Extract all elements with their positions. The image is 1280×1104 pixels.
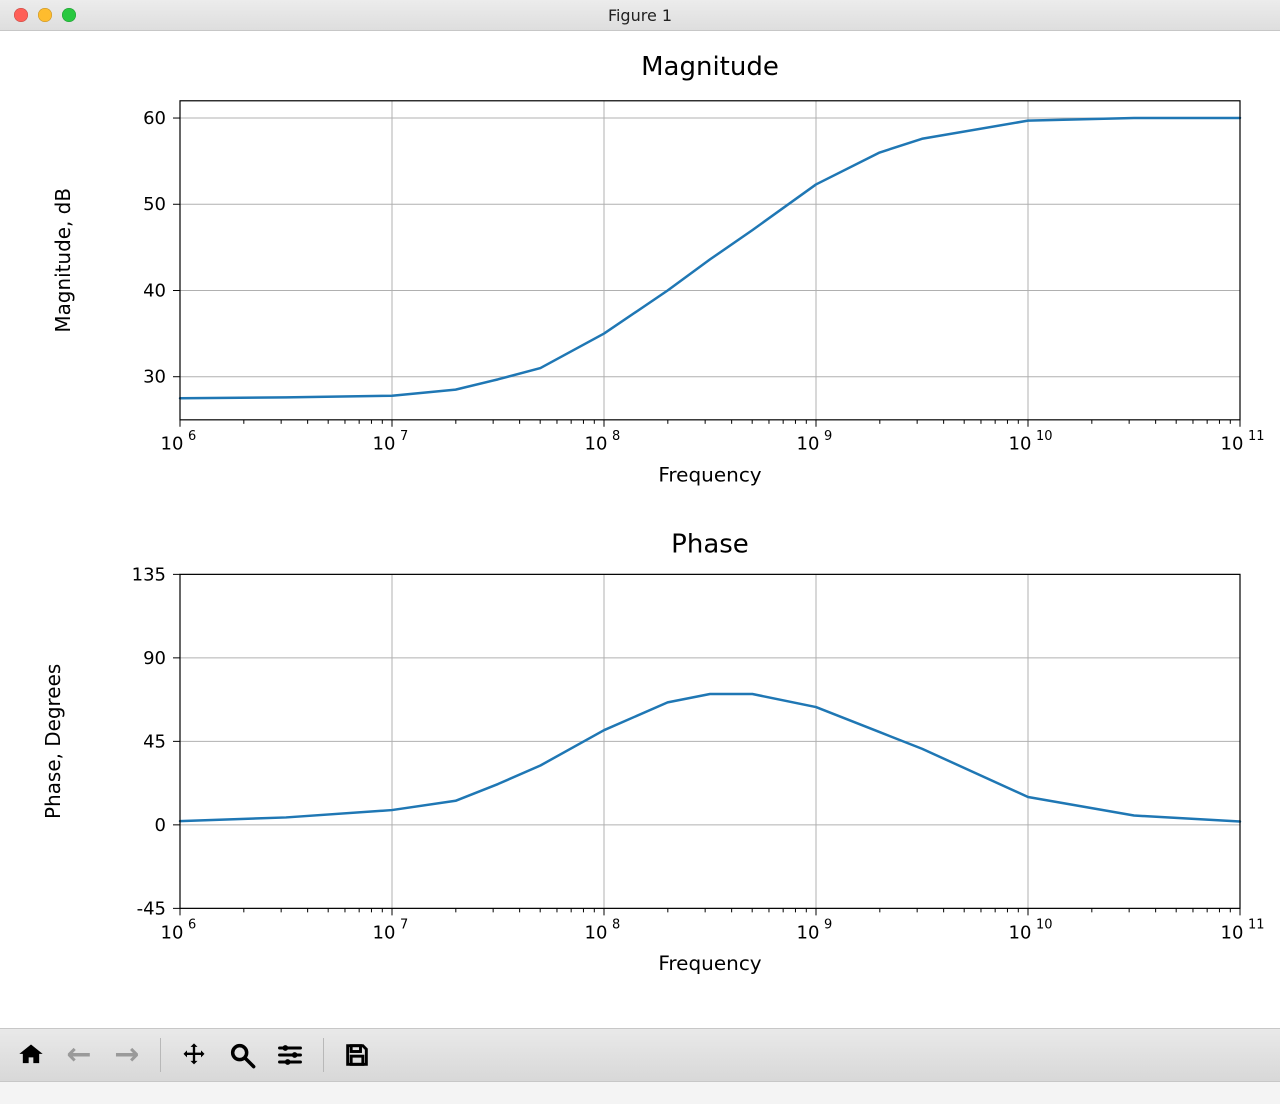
pan-button[interactable] [171, 1033, 217, 1077]
svg-text:11: 11 [1248, 429, 1265, 444]
svg-text:7: 7 [400, 429, 408, 444]
forward-button[interactable]: → [104, 1033, 150, 1077]
svg-text:6: 6 [188, 429, 196, 444]
window: Figure 1 Magnitude3040506010610710810910… [0, 0, 1280, 1104]
svg-text:10: 10 [1036, 917, 1053, 932]
svg-text:8: 8 [612, 429, 620, 444]
svg-text:10: 10 [1009, 434, 1032, 455]
magnifier-icon [228, 1041, 256, 1069]
svg-text:Frequency: Frequency [658, 951, 761, 975]
svg-text:90: 90 [143, 648, 166, 669]
toolbar-separator [160, 1038, 161, 1072]
home-button[interactable] [8, 1033, 54, 1077]
svg-text:10: 10 [1009, 922, 1032, 943]
svg-text:10: 10 [585, 434, 608, 455]
toolbar-separator [323, 1038, 324, 1072]
svg-text:10: 10 [373, 922, 396, 943]
zoom-button[interactable] [219, 1033, 265, 1077]
svg-text:10: 10 [797, 922, 820, 943]
home-icon [17, 1041, 45, 1069]
zoom-window-button[interactable] [62, 8, 76, 22]
svg-text:10: 10 [1036, 429, 1053, 444]
statusbar [0, 1081, 1280, 1104]
arrow-right-icon: → [114, 1040, 139, 1070]
traffic-lights [0, 8, 76, 22]
close-window-button[interactable] [14, 8, 28, 22]
svg-text:10: 10 [585, 922, 608, 943]
titlebar: Figure 1 [0, 0, 1280, 31]
svg-text:7: 7 [400, 917, 408, 932]
svg-text:9: 9 [824, 429, 832, 444]
svg-text:30: 30 [143, 367, 166, 388]
svg-text:10: 10 [161, 922, 184, 943]
svg-text:40: 40 [143, 280, 166, 301]
svg-text:10: 10 [1221, 922, 1244, 943]
move-icon [180, 1041, 208, 1069]
svg-text:8: 8 [612, 917, 620, 932]
svg-text:Magnitude: Magnitude [641, 52, 779, 82]
svg-text:135: 135 [132, 564, 166, 585]
svg-text:60: 60 [143, 108, 166, 129]
minimize-window-button[interactable] [38, 8, 52, 22]
svg-text:10: 10 [1221, 434, 1244, 455]
svg-text:-45: -45 [137, 898, 166, 919]
save-icon [343, 1041, 371, 1069]
figure-canvas[interactable]: Magnitude3040506010610710810910101011Fre… [0, 31, 1280, 1028]
svg-text:9: 9 [824, 917, 832, 932]
svg-text:Frequency: Frequency [658, 463, 761, 487]
svg-text:Phase: Phase [671, 529, 749, 559]
svg-text:0: 0 [155, 815, 166, 836]
svg-text:6: 6 [188, 917, 196, 932]
svg-text:10: 10 [161, 434, 184, 455]
back-button[interactable]: ← [56, 1033, 102, 1077]
matplotlib-toolbar: ← → [0, 1028, 1280, 1081]
svg-text:Magnitude, dB: Magnitude, dB [51, 188, 75, 333]
svg-text:45: 45 [143, 731, 166, 752]
arrow-left-icon: ← [66, 1040, 91, 1070]
window-title: Figure 1 [0, 6, 1280, 25]
sliders-icon [276, 1041, 304, 1069]
configure-subplots-button[interactable] [267, 1033, 313, 1077]
svg-text:Phase, Degrees: Phase, Degrees [41, 664, 65, 819]
svg-text:50: 50 [143, 194, 166, 215]
svg-text:11: 11 [1248, 917, 1265, 932]
svg-text:10: 10 [373, 434, 396, 455]
save-button[interactable] [334, 1033, 380, 1077]
svg-text:10: 10 [797, 434, 820, 455]
